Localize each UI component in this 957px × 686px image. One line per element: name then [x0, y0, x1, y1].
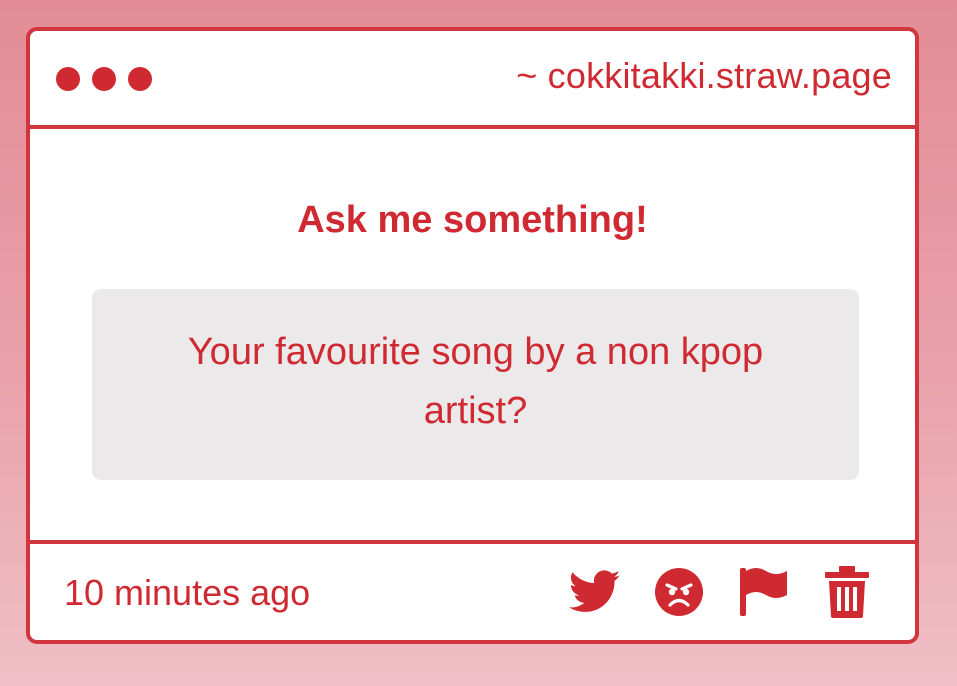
- report-flag-button[interactable]: [737, 566, 789, 618]
- question-box: Your favourite song by a non kpop artist…: [92, 289, 859, 480]
- question-text: Your favourite song by a non kpop artist…: [187, 331, 764, 432]
- timestamp: 10 minutes ago: [64, 572, 311, 613]
- page-url: ~ cokkitakki.straw.page: [516, 55, 892, 96]
- trash-icon: [825, 566, 869, 618]
- window-dot-3: [128, 67, 152, 91]
- share-twitter-button[interactable]: [569, 566, 621, 618]
- twitter-icon: [569, 570, 621, 612]
- card-footer: 10 minutes ago: [30, 540, 915, 640]
- window-dot-1: [56, 67, 80, 91]
- ask-card: ~ cokkitakki.straw.page Ask me something…: [26, 27, 919, 644]
- action-bar: [569, 566, 873, 618]
- flag-icon: [740, 568, 787, 616]
- angry-face-icon: [655, 568, 703, 616]
- delete-button[interactable]: [821, 566, 873, 618]
- window-dot-2: [92, 67, 116, 91]
- react-angry-button[interactable]: [653, 566, 705, 618]
- page-title: Ask me something!: [297, 199, 648, 241]
- window-dots: [56, 67, 152, 91]
- window-titlebar: ~ cokkitakki.straw.page: [30, 31, 915, 129]
- card-body: Ask me something! Your favourite song by…: [30, 129, 915, 542]
